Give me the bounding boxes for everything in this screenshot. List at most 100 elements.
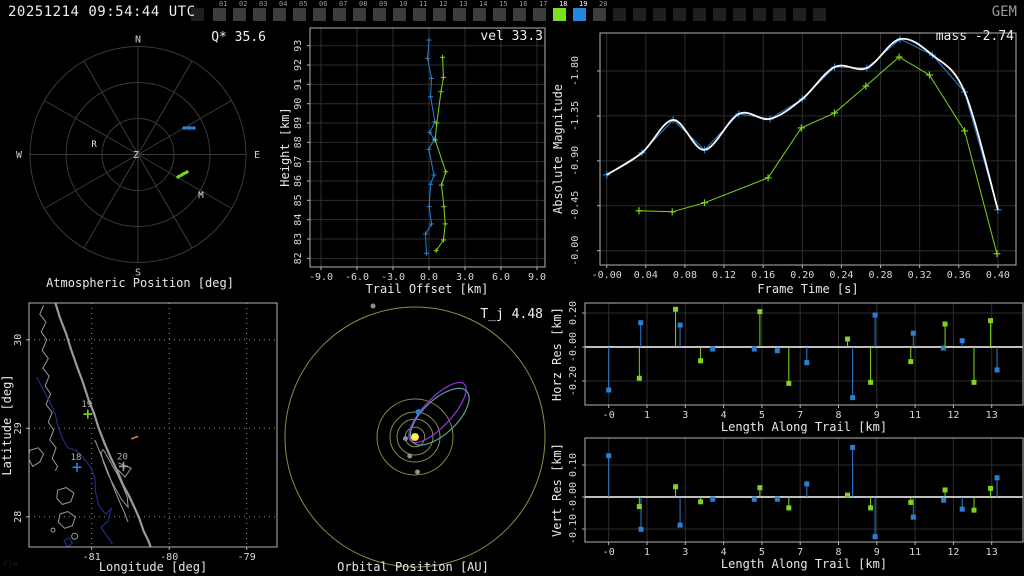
zenith-label: Z	[133, 150, 139, 161]
frame-thumbnail-10[interactable]: 10	[393, 1, 407, 21]
y-axis-label: Vert Res [km]	[550, 443, 564, 537]
frame-thumbnail-09[interactable]: 09	[373, 1, 387, 21]
frame-thumbnail-18[interactable]: 18	[553, 1, 567, 21]
tick-label: 84	[293, 214, 304, 226]
frame-thumbnail-07[interactable]: 07	[333, 1, 347, 21]
frame-slot-empty[interactable]	[693, 8, 706, 21]
tick-label: 0.16	[751, 270, 775, 281]
series	[423, 37, 449, 256]
frame-thumbnail-13[interactable]: 13	[453, 1, 467, 21]
frame-number: 15	[499, 0, 508, 8]
frame-thumbnail-02[interactable]: 02	[233, 1, 247, 21]
tick-label: 3	[682, 547, 688, 558]
frame-number: 12	[439, 0, 448, 8]
frame-thumbnail-08[interactable]: 08	[353, 1, 367, 21]
tick-label: -0.00	[570, 236, 581, 266]
tick-label: -0.00	[568, 482, 579, 512]
earth-marker	[415, 409, 422, 415]
tick-label: 11	[909, 410, 921, 421]
frame-slot-empty[interactable]	[633, 8, 646, 21]
compass-east: E	[254, 150, 260, 161]
tick-label: -0	[603, 547, 615, 558]
frame-thumbnail-16[interactable]: 16	[513, 1, 527, 21]
frame-slot-empty[interactable]	[793, 8, 806, 21]
tick-label: 1	[644, 410, 650, 421]
frame-number: 04	[279, 0, 288, 8]
frame-thumbnail-11[interactable]: 11	[413, 1, 427, 21]
frame-slot-empty[interactable]	[613, 8, 626, 21]
marker-label-20: 20	[117, 452, 128, 462]
frame-thumbnail-01[interactable]: 01	[213, 1, 227, 21]
tick-label: 0.12	[712, 270, 736, 281]
y-axis-label: Height [km]	[280, 107, 292, 186]
sun-marker	[411, 433, 419, 441]
ticks: -81 -80 -79282930	[13, 334, 256, 563]
marker-label-19: 19	[81, 400, 92, 410]
frame-thumbnail-05[interactable]: 05	[293, 1, 307, 21]
panel-caption: Atmospheric Position [deg]	[46, 276, 234, 290]
map-geometry	[29, 303, 152, 547]
tick-label: 0.08	[673, 270, 697, 281]
frame-slot-empty[interactable]	[653, 8, 666, 21]
frame-thumbnail-15[interactable]: 15	[493, 1, 507, 21]
y-axis-label: Absolute Magnitude	[551, 84, 565, 214]
tick-label: 0.32	[908, 270, 932, 281]
tick-label: -1.80	[570, 56, 581, 86]
planets	[370, 303, 422, 475]
frame-thumbnail-06[interactable]: 06	[313, 1, 327, 21]
frame-number: 02	[239, 0, 248, 8]
trail-offset-panel: -9.0 -6.0 -3.0 0.0 3.0 6.0 9.08283848586878889…	[280, 27, 546, 296]
frame-number: 03	[259, 0, 268, 8]
tick-label: -0.00	[592, 270, 622, 281]
frame-thumbnail-20[interactable]: 20	[593, 1, 607, 21]
grid	[585, 438, 1023, 542]
panel-title-mass: mass -2.74	[936, 29, 1014, 44]
frame-slot-empty[interactable]	[733, 8, 746, 21]
frame-number: 06	[319, 0, 328, 8]
shower-code-label: GEM	[991, 4, 1017, 20]
tick-label: 0.20	[790, 270, 814, 281]
tick-label: 0.36	[947, 270, 971, 281]
frame-number: 17	[539, 0, 548, 8]
tick-label: 6.0	[492, 272, 510, 283]
frame-thumbnail-14[interactable]: 14	[473, 1, 487, 21]
frame-slot-empty[interactable]	[813, 8, 826, 21]
frame-slot-empty[interactable]	[713, 8, 726, 21]
tick-label: -0.10	[568, 514, 579, 544]
tick-label: 86	[293, 175, 304, 187]
tick-label: 3	[682, 410, 688, 421]
frame-thumbnail-04[interactable]: 04	[273, 1, 287, 21]
frame-slot-empty[interactable]	[673, 8, 686, 21]
frame-thumbnail-03[interactable]: 03	[253, 1, 267, 21]
tick-label: -1.35	[570, 101, 581, 131]
frame-number: 08	[359, 0, 368, 8]
frame-thumbnail-12[interactable]: 12	[433, 1, 447, 21]
tick-label: 0.04	[634, 270, 658, 281]
annotation-M: M	[198, 191, 204, 201]
frame-slot-empty[interactable]	[753, 8, 766, 21]
tick-label: 0.10	[568, 453, 579, 477]
tick-label: 13	[986, 547, 998, 558]
grid	[29, 303, 277, 547]
x-axis-label: Trail Offset [km]	[366, 282, 489, 296]
y-axis-label: Horz Res [km]	[550, 307, 564, 401]
frame-thumbnail-19[interactable]: 19	[573, 1, 587, 21]
x-axis-label: Longitude [deg]	[99, 560, 207, 574]
lightcurve-panel: -0.00 0.04 0.08 0.12 0.16 0.20 0.24 0.28 0.32 0.3…	[551, 29, 1017, 296]
frame-slot-empty[interactable]	[773, 8, 786, 21]
tick-label: -0.00	[568, 332, 579, 362]
grid	[585, 303, 1023, 405]
grid	[600, 33, 1016, 265]
orbital-position-panel: T_j 4.48 Orbital Position [AU]	[284, 303, 546, 574]
tick-label: -0.90	[570, 146, 581, 176]
tick-label: 82	[293, 252, 304, 264]
frame-number: 05	[299, 0, 308, 8]
stems	[606, 306, 1000, 401]
meteor-analysis-dashboard: 01 02 03 04 05 06 07 08 09 10 11 12 13 14 15 16 17 18 19 20…	[0, 0, 1024, 576]
tick-label: 29	[13, 422, 24, 434]
watermark: rjw	[3, 559, 18, 568]
planet-jupiter	[370, 303, 376, 309]
frame-thumbnail-17[interactable]: 17	[533, 1, 547, 21]
annotation-R: R	[91, 140, 97, 150]
x-axis-label: Length Along Trail [km]	[721, 557, 887, 571]
